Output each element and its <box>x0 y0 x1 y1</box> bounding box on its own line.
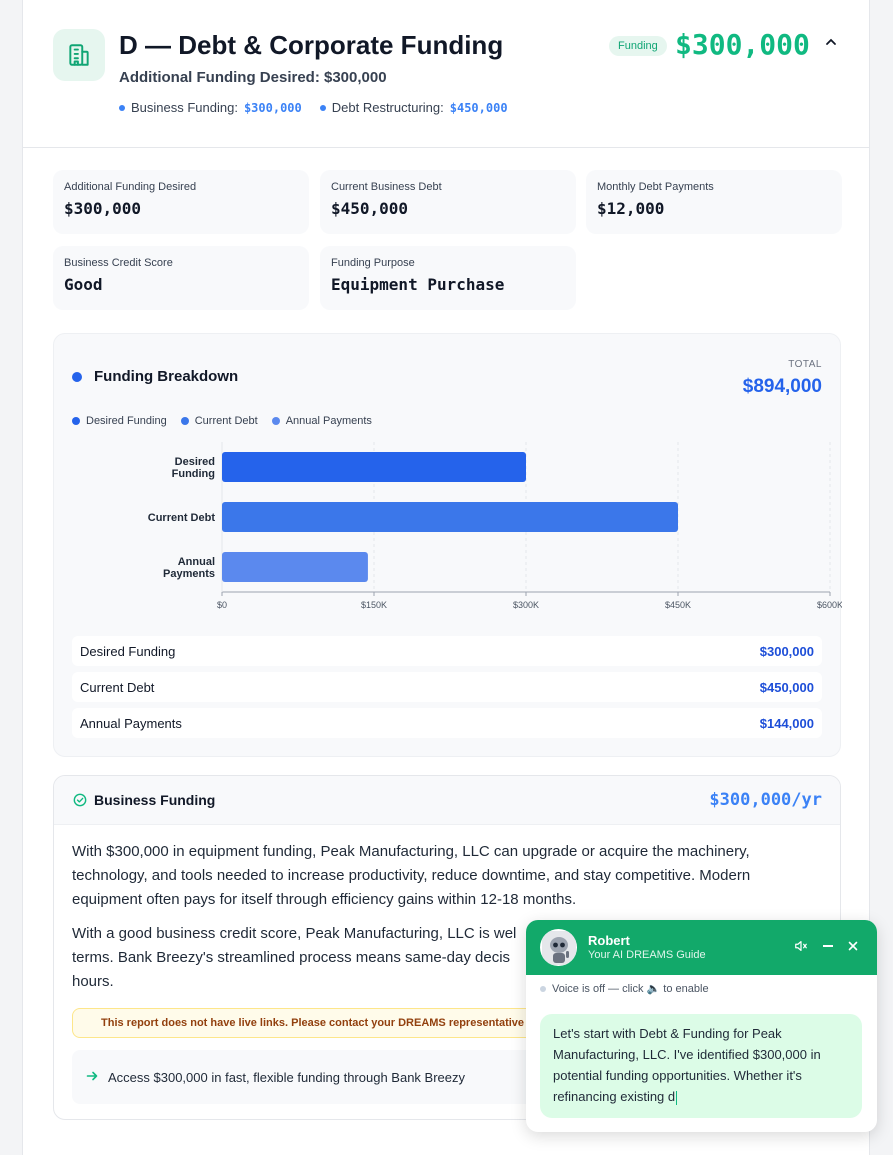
x-tick-label: $600K <box>817 600 842 610</box>
pill-business-funding: Business Funding: $300,000 <box>119 100 302 115</box>
business-funding-amount: $300,000/yr <box>709 790 822 810</box>
legend-item: Desired Funding <box>72 415 167 427</box>
bar-chart: $0 $150K $300K $450K $600K Desired Funding Curr… <box>148 442 842 610</box>
paragraph: With $300,000 in equipment funding, Peak… <box>72 843 751 908</box>
pill-debt-restructuring: Debt Restructuring: $450,000 <box>319 100 508 115</box>
business-funding-header[interactable]: Business Funding $300,000/yr <box>54 776 840 825</box>
summary-pills: Business Funding: $300,000 Debt Restruct… <box>119 100 508 115</box>
section-header[interactable]: D — Debt & Corporate Funding Additional … <box>23 0 869 148</box>
typing-caret <box>676 1090 678 1105</box>
stat-additional-funding: Additional Funding Desired $300,000 <box>53 170 309 234</box>
y-tick-label: Desired Funding <box>172 456 215 480</box>
page-title: D — Debt & Corporate Funding <box>119 30 504 60</box>
minimize-icon[interactable] <box>822 939 834 956</box>
y-tick-label: Current Debt <box>148 512 216 524</box>
mute-icon[interactable] <box>794 939 808 956</box>
funding-tag: Funding <box>609 36 667 56</box>
stat-funding-purpose: Funding Purpose Equipment Purchase <box>320 246 576 310</box>
breakdown-table: Desired Funding $300,000 Current Debt $450… <box>72 636 822 744</box>
total-label: TOTAL <box>788 359 822 370</box>
legend-item: Annual Payments <box>271 415 372 427</box>
panel-dot <box>72 372 82 382</box>
stat-credit-score: Business Credit Score Good <box>53 246 309 310</box>
table-row: Current Debt $450,000 <box>72 672 822 702</box>
x-tick-label: $150K <box>361 600 387 610</box>
x-tick-label: $300K <box>513 600 539 610</box>
bar-desired-funding <box>222 452 526 482</box>
total-value: $894,000 <box>742 376 822 397</box>
close-icon[interactable] <box>847 939 859 956</box>
x-tick-label: $450K <box>665 600 691 610</box>
table-row: Desired Funding $300,000 <box>72 636 822 666</box>
bar-annual-payments <box>222 552 368 582</box>
bar-current-debt <box>222 502 678 532</box>
voice-status[interactable]: Voice is off — click 🔈 to enable <box>540 982 709 995</box>
funding-breakdown-panel: Funding Breakdown TOTAL $894,000 Desired… <box>53 333 842 757</box>
stat-current-debt: Current Business Debt $450,000 <box>320 170 576 234</box>
chart-legend: Desired Funding Current Debt Annual Paym… <box>72 415 372 427</box>
panel-title: Funding Breakdown <box>94 368 239 385</box>
guide-name: Robert <box>588 933 630 948</box>
chevron-up-icon[interactable] <box>823 34 839 55</box>
chat-message: Let's start with Debt & Funding for Peak… <box>540 1014 862 1118</box>
y-tick-label: Annual Payments <box>163 556 215 580</box>
page-subtitle: Additional Funding Desired: $300,000 <box>119 69 387 86</box>
business-funding-title: Business Funding <box>94 792 216 808</box>
check-circle-icon <box>73 793 87 812</box>
guide-role: Your AI DREAMS Guide <box>588 949 706 961</box>
chat-header: Robert Your AI DREAMS Guide <box>526 920 877 975</box>
x-tick-label: $0 <box>217 600 227 610</box>
table-row: Annual Payments $144,000 <box>72 708 822 738</box>
building-icon <box>53 29 105 81</box>
header-amount: $300,000 <box>675 28 810 61</box>
arrow-right-icon <box>86 1070 98 1085</box>
legend-item: Current Debt <box>180 415 258 427</box>
ai-guide-chat[interactable]: Robert Your AI DREAMS Guide Voice is off… <box>526 920 877 1132</box>
stat-monthly-payments: Monthly Debt Payments $12,000 <box>586 170 842 234</box>
robot-avatar-icon <box>540 929 577 966</box>
